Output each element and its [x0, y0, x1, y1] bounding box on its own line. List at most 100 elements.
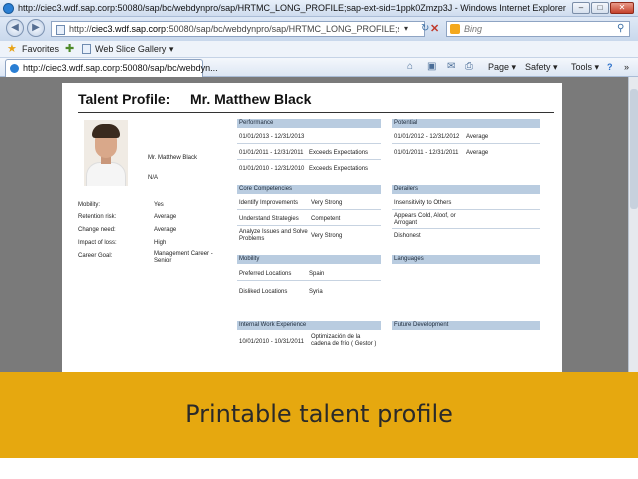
performance-period: 01/01/2013 - 12/31/2013 — [239, 134, 305, 140]
mail-icon[interactable]: ✉ — [447, 61, 455, 72]
add-favorites-icon[interactable]: ✚ — [65, 42, 74, 55]
performance-period: 01/01/2010 - 12/31/2010 — [239, 166, 305, 172]
section-derailers: Derailers — [392, 185, 540, 194]
page-menu[interactable]: Page ▾ — [488, 62, 516, 73]
row-divider — [237, 143, 381, 144]
minimize-button[interactable]: – — [572, 2, 590, 14]
tab-title: http://ciec3.wdf.sap.corp:50080/sap/bc/w… — [23, 63, 218, 73]
field-value: Average — [154, 214, 177, 220]
competency-name: Identify Improvements — [239, 200, 299, 206]
performance-rating: Exceeds Expectations — [309, 150, 369, 156]
section-core-competencies: Core Competencies — [237, 185, 381, 194]
search-input[interactable]: Bing ⚲ — [446, 21, 630, 37]
back-button[interactable]: ◀ — [6, 19, 24, 37]
address-bar: ◀ ▶ http://ciec3.wdf.sap.corp:50080/sap/… — [0, 17, 638, 41]
window-title: http://ciec3.wdf.sap.corp:50080/sap/bc/w… — [18, 3, 566, 13]
url-text: http://ciec3.wdf.sap.corp:50080/sap/bc/w… — [69, 24, 399, 34]
stop-icon[interactable]: ✕ — [430, 22, 439, 35]
performance-rating: Exceeds Expectations — [309, 166, 369, 172]
slide: http://ciec3.wdf.sap.corp:50080/sap/bc/w… — [0, 0, 638, 479]
mobility-value: Syria — [309, 289, 323, 295]
more-chevron-icon[interactable]: » — [624, 62, 629, 72]
home-icon[interactable]: ⌂ — [407, 61, 413, 72]
favorites-bar: ★ Favorites ✚ Web Slice Gallery ▾ — [0, 41, 638, 58]
url-input[interactable]: http://ciec3.wdf.sap.corp:50080/sap/bc/w… — [51, 21, 429, 37]
row-divider — [392, 228, 540, 229]
row-divider — [392, 143, 540, 144]
talent-profile-page: Talent Profile: Mr. Matthew Black Mr. Ma… — [62, 83, 562, 372]
vertical-scrollbar[interactable] — [628, 77, 638, 372]
employee-photo — [84, 120, 128, 186]
profile-heading: Talent Profile: — [78, 91, 171, 107]
competency-level: Very Strong — [311, 200, 343, 206]
work-period: 10/01/2010 - 10/31/2011 — [239, 339, 304, 345]
help-icon[interactable]: ? — [607, 62, 613, 72]
mobility-value: Spain — [309, 271, 325, 277]
maximize-button[interactable]: □ — [591, 2, 609, 14]
potential-rating: Average — [466, 134, 489, 140]
competency-name: Analyze Issues and Solve Problems — [239, 229, 308, 242]
potential-period: 01/01/2011 - 12/31/2011 — [394, 150, 459, 156]
section-performance: Performance — [237, 119, 381, 128]
tools-menu[interactable]: Tools ▾ — [571, 62, 599, 73]
work-role: Optimización de la cadena de frío ( Gest… — [311, 334, 377, 347]
caption-banner: Printable talent profile — [0, 372, 638, 458]
performance-period: 01/01/2011 - 12/31/2011 — [239, 150, 304, 156]
field-label: Change need: — [78, 227, 116, 233]
section-languages: Languages — [392, 255, 540, 264]
safety-menu[interactable]: Safety ▾ — [525, 62, 558, 73]
mobility-label: Preferred Locations — [239, 271, 292, 277]
bing-icon — [450, 24, 460, 34]
profile-name: Mr. Matthew Black — [190, 91, 312, 107]
mobility-label: Disliked Locations — [239, 289, 288, 295]
field-label: Retention risk: — [78, 214, 117, 220]
row-divider — [237, 209, 381, 210]
web-slice-icon — [82, 44, 91, 54]
derailer-item: Appears Cold, Aloof, or Arrogant — [394, 213, 456, 226]
page-icon — [56, 25, 65, 35]
field-value: Average — [154, 227, 177, 233]
row-divider — [392, 209, 540, 210]
field-value: Management Career - Senior — [154, 251, 213, 264]
search-icon[interactable]: ⚲ — [617, 23, 624, 34]
section-future-development: Future Development — [392, 321, 540, 330]
field-label: Impact of loss: — [78, 240, 117, 246]
heading-divider — [78, 112, 554, 113]
web-slice-gallery-link[interactable]: Web Slice Gallery ▾ — [95, 44, 173, 55]
tab-page-icon — [10, 64, 19, 73]
favorites-star-icon[interactable]: ★ — [7, 42, 17, 55]
competency-level: Competent — [311, 216, 341, 222]
section-internal-work-experience: Internal Work Experience — [237, 321, 381, 330]
close-button[interactable]: ✕ — [610, 2, 634, 14]
employee-name: Mr. Matthew Black — [148, 155, 198, 161]
derailer-item: Insensitivity to Others — [394, 200, 452, 206]
page-viewport: Talent Profile: Mr. Matthew Black Mr. Ma… — [0, 77, 638, 372]
section-potential: Potential — [392, 119, 540, 128]
search-placeholder: Bing — [464, 24, 483, 34]
row-divider — [237, 280, 381, 281]
derailer-item: Dishonest — [394, 233, 421, 239]
print-icon[interactable]: ⎙ — [465, 61, 473, 72]
scrollbar-thumb[interactable] — [630, 89, 638, 209]
ie-logo-icon — [3, 3, 14, 14]
browser-tab[interactable]: http://ciec3.wdf.sap.corp:50080/sap/bc/w… — [5, 59, 218, 77]
competency-name: Understand Strategies — [239, 216, 299, 222]
refresh-icon[interactable]: ↻ — [421, 23, 429, 34]
browser-window: http://ciec3.wdf.sap.corp:50080/sap/bc/w… — [0, 0, 638, 372]
row-divider — [237, 225, 381, 226]
row-divider — [237, 159, 381, 160]
favorites-button[interactable]: Favorites — [22, 44, 59, 54]
field-label: Mobility: — [78, 202, 101, 208]
forward-button[interactable]: ▶ — [27, 19, 45, 37]
field-label: Career Goal: — [78, 253, 113, 259]
potential-period: 01/01/2012 - 12/31/2012 — [394, 134, 460, 140]
title-bar: http://ciec3.wdf.sap.corp:50080/sap/bc/w… — [0, 0, 638, 17]
field-value: Yes — [154, 202, 164, 208]
section-mobility: Mobility — [237, 255, 381, 264]
command-bar: http://ciec3.wdf.sap.corp:50080/sap/bc/w… — [0, 58, 638, 77]
potential-rating: Average — [466, 150, 489, 156]
caption-text: Printable talent profile — [185, 400, 453, 428]
url-dropdown-icon[interactable]: ▾ — [404, 24, 408, 33]
feeds-icon[interactable]: ▣ — [427, 61, 436, 72]
field-value: High — [154, 240, 167, 246]
